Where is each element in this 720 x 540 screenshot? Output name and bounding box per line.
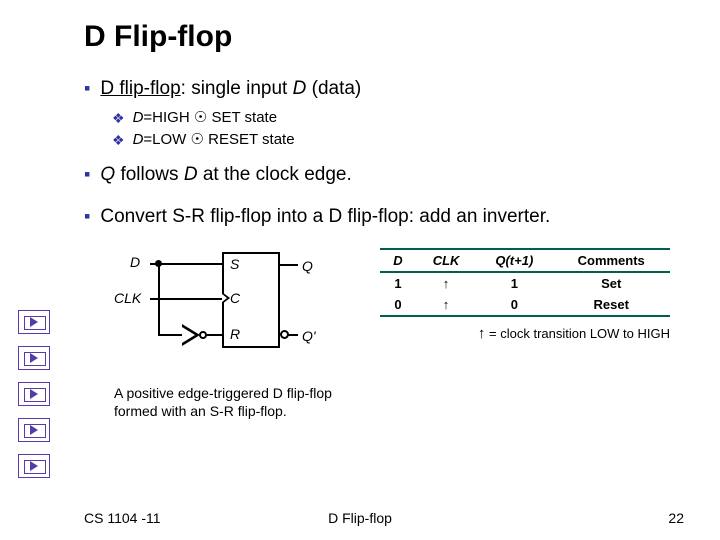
wire-inverter-out [207, 334, 222, 336]
bullet-1-mid: : single input [181, 78, 293, 99]
b1s2-var: D [133, 131, 144, 148]
bullet-1-term: D flip-flop [100, 78, 180, 99]
clock-edge-fill [222, 294, 227, 302]
label-qprime: Q' [302, 328, 316, 344]
label-d: D [130, 254, 140, 270]
table-note: ↑ = clock transition LOW to HIGH [380, 325, 670, 342]
th-qnext: Q(t+1) [476, 249, 552, 272]
bullet-1-sub-2: ❖ D=LOW ☉ RESET state [112, 130, 684, 150]
bullet-1-tail: (data) [306, 78, 361, 99]
thumbnail-icon[interactable] [18, 382, 50, 406]
bullet-square-icon: ▪︎ [84, 204, 90, 228]
diagram-row: D CLK S C R Q Q' D CLK Q(t+1) Comments 1… [114, 248, 684, 378]
bullet-1-sub-2-text: D=LOW ☉ RESET state [133, 130, 295, 150]
bullet-1-sub-1: ❖ D=HIGH ☉ SET state [112, 108, 684, 128]
bullet-1: ▪︎ D flip-flop: single input D (data) [84, 76, 684, 102]
bullet-diamond-icon: ❖ [112, 108, 125, 128]
table-note-text: = clock transition LOW to HIGH [485, 326, 670, 341]
b2-post: at the clock edge. [198, 164, 352, 185]
cell-q: 0 [476, 294, 552, 316]
b2-em: D [184, 164, 198, 185]
cell-d: 1 [380, 272, 416, 294]
implies-icon: ☉ [194, 109, 207, 126]
label-s: S [230, 256, 239, 272]
implies-icon: ☉ [191, 131, 204, 148]
inverter-bubble-icon [199, 331, 207, 339]
bullet-diamond-icon: ❖ [112, 130, 125, 150]
th-comments: Comments [552, 249, 670, 272]
cell-clk: ↑ [416, 294, 476, 316]
bullet-1-em: D [293, 78, 307, 99]
b2-pre: Q [100, 164, 115, 185]
slide-thumbnails [18, 310, 50, 478]
bullet-square-icon: ▪︎ [84, 162, 90, 186]
bullet-1-sub-1-text: D=HIGH ☉ SET state [133, 108, 278, 128]
cell-d: 0 [380, 294, 416, 316]
b1s1-var: D [133, 109, 144, 126]
label-q: Q [302, 258, 313, 274]
wire-d-branch-v [158, 263, 160, 336]
thumbnail-icon[interactable] [18, 418, 50, 442]
b1s1-mid: =HIGH [143, 109, 193, 126]
bullet-2-text: Q follows D at the clock edge. [100, 162, 351, 188]
b2-mid: follows [115, 164, 184, 185]
thumbnail-icon[interactable] [18, 346, 50, 370]
label-r: R [230, 326, 240, 342]
table-row: 1 ↑ 1 Set [380, 272, 670, 294]
bullet-square-icon: ▪︎ [84, 76, 90, 100]
b1s2-post: RESET state [204, 131, 295, 148]
wire-clk [150, 298, 222, 300]
bullet-2: ▪︎ Q follows D at the clock edge. [84, 162, 684, 188]
cell-q: 1 [476, 272, 552, 294]
table-row: 0 ↑ 0 Reset [380, 294, 670, 316]
truth-table-block: D CLK Q(t+1) Comments 1 ↑ 1 Set 0 ↑ 0 Re… [380, 248, 670, 342]
thumbnail-icon[interactable] [18, 454, 50, 478]
wire-d-branch-h [158, 334, 182, 336]
cell-clk: ↑ [416, 272, 476, 294]
b1s1-post: SET state [207, 109, 277, 126]
footer-center: D Flip-flop [0, 510, 720, 526]
th-d: D [380, 249, 416, 272]
table-header-row: D CLK Q(t+1) Comments [380, 249, 670, 272]
circuit-diagram: D CLK S C R Q Q' [114, 248, 344, 378]
wire-q [280, 264, 298, 266]
cell-comment: Set [552, 272, 670, 294]
b1s2-mid: =LOW [143, 131, 190, 148]
bullet-1-text: D flip-flop: single input D (data) [100, 76, 361, 102]
label-clk: CLK [114, 290, 141, 306]
wire-qprime [288, 334, 298, 336]
label-c: C [230, 290, 240, 306]
bullet-3: ▪︎ Convert S-R flip-flop into a D flip-f… [84, 204, 684, 230]
page-title: D Flip-flop [84, 20, 684, 54]
footer: CS 1104 -11 D Flip-flop 22 [0, 510, 720, 526]
diagram-caption: A positive edge-triggered D flip-flop fo… [114, 384, 374, 420]
bullet-3-text: Convert S-R flip-flop into a D flip-flop… [100, 204, 550, 230]
truth-table: D CLK Q(t+1) Comments 1 ↑ 1 Set 0 ↑ 0 Re… [380, 248, 670, 317]
inverter-fill [182, 327, 195, 343]
th-clk: CLK [416, 249, 476, 272]
thumbnail-icon[interactable] [18, 310, 50, 334]
cell-comment: Reset [552, 294, 670, 316]
